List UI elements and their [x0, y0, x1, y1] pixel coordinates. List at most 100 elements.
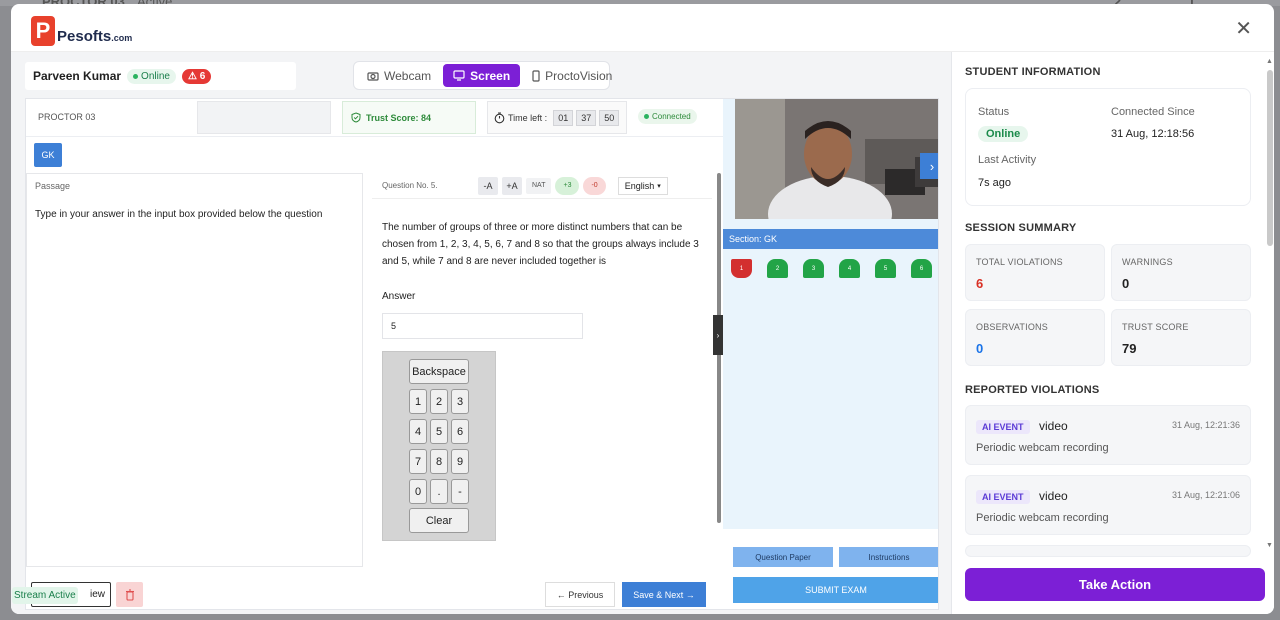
- scroll-down-icon[interactable]: ▼: [1266, 542, 1273, 549]
- observations-card: OBSERVATIONS 0: [965, 309, 1105, 366]
- status-badge: Online: [127, 68, 176, 84]
- next-camera-button[interactable]: ›: [920, 153, 938, 179]
- scrollbar-thumb[interactable]: [1267, 70, 1273, 246]
- violation-time: 31 Aug, 12:21:06: [1171, 490, 1240, 500]
- warnings-card: WARNINGS 0: [1111, 244, 1251, 301]
- connected-since-label: Connected Since: [1111, 106, 1195, 118]
- scroll-up-icon[interactable]: ▲: [1266, 58, 1273, 65]
- question-paper-button[interactable]: Question Paper: [733, 547, 833, 567]
- question-badge-3[interactable]: 3: [803, 259, 824, 278]
- font-decrease-button[interactable]: -A: [478, 176, 498, 195]
- key-5[interactable]: 5: [430, 419, 448, 444]
- violation-description: Periodic webcam recording: [976, 442, 1109, 454]
- passage-text: Type in your answer in the input box pro…: [35, 209, 323, 220]
- time-seconds: 50: [599, 109, 620, 126]
- trust-score-badge: Trust Score: 84: [342, 101, 476, 134]
- violation-item-partial[interactable]: [965, 545, 1251, 557]
- clear-key[interactable]: Clear: [409, 508, 469, 533]
- key-4[interactable]: 4: [409, 419, 427, 444]
- instructions-button[interactable]: Instructions: [839, 547, 938, 567]
- key-dot[interactable]: .: [430, 479, 448, 504]
- key-9[interactable]: 9: [451, 449, 469, 474]
- key-1[interactable]: 1: [409, 389, 427, 414]
- online-dot-icon: [133, 73, 139, 79]
- answer-input[interactable]: [382, 313, 583, 339]
- total-violations-value: 6: [976, 276, 984, 291]
- time-left: Time left : 01 37 50: [487, 101, 627, 134]
- tab-webcam[interactable]: Webcam: [357, 64, 441, 87]
- exam-side-pane: › Section: GK 1 2 3 4 5 6 Question Paper…: [723, 99, 938, 609]
- camera-icon: [367, 71, 379, 81]
- key-6[interactable]: 6: [451, 419, 469, 444]
- answer-label: Answer: [382, 291, 416, 302]
- last-activity-value: 7s ago: [978, 177, 1012, 189]
- positive-marks-badge: +3: [555, 176, 580, 195]
- collapse-panel-handle[interactable]: ›: [713, 315, 723, 355]
- student-monitor-modal: P Pesofts.com ✕ Parveen Kumar Online ⚠ 6…: [11, 4, 1274, 614]
- student-card: Parveen Kumar Online ⚠ 6: [25, 62, 296, 90]
- webcam-image: [735, 99, 938, 219]
- brand-logo: P Pesofts.com: [31, 16, 132, 46]
- question-number: Question No. 5.: [382, 181, 438, 190]
- logo-suffix: .com: [111, 33, 133, 43]
- take-action-button[interactable]: Take Action: [965, 568, 1265, 601]
- question-badge-6[interactable]: 6: [911, 259, 932, 278]
- font-increase-button[interactable]: +A: [502, 176, 522, 195]
- submit-exam-button[interactable]: SUBMIT EXAM: [733, 577, 938, 603]
- chevron-right-icon: ›: [716, 330, 720, 340]
- connected-since-value: 31 Aug, 12:18:56: [1111, 128, 1195, 140]
- panel-scrollbar[interactable]: ▲ ▼: [1266, 58, 1274, 552]
- stream-active-badge: Stream Active: [12, 587, 78, 604]
- connection-badge: Connected: [638, 109, 697, 124]
- session-summary-title: SESSION SUMMARY: [965, 222, 1077, 234]
- trust-score-card: TRUST SCORE 79: [1111, 309, 1251, 366]
- placeholder-box: [197, 101, 331, 134]
- language-select[interactable]: English ▾: [617, 176, 668, 195]
- question-badge-4[interactable]: 4: [839, 259, 860, 278]
- key-0[interactable]: 0: [409, 479, 427, 504]
- total-violations-card: TOTAL VIOLATIONS 6: [965, 244, 1105, 301]
- passage-panel: Passage Type in your answer in the input…: [26, 173, 363, 567]
- save-next-button[interactable]: Save & Next →: [622, 582, 706, 607]
- exam-screen-view: PROCTOR 03 Trust Score: 84 Time left : 0…: [25, 98, 939, 610]
- previous-button[interactable]: ← Previous: [545, 582, 615, 607]
- key-7[interactable]: 7: [409, 449, 427, 474]
- reported-violations-title: REPORTED VIOLATIONS: [965, 384, 1100, 396]
- time-minutes: 37: [576, 109, 597, 126]
- question-scrollbar[interactable]: [716, 139, 722, 579]
- trash-icon[interactable]: [116, 582, 143, 607]
- violation-item[interactable]: AI EVENT video 31 Aug, 12:21:36 Periodic…: [965, 405, 1251, 465]
- status-label: Status: [978, 106, 1010, 118]
- chevron-down-icon: ▾: [657, 182, 661, 190]
- student-info-card: Status Online Connected Since 31 Aug, 12…: [965, 88, 1251, 206]
- violation-type: video: [1039, 489, 1068, 503]
- tab-proctovision[interactable]: ProctoVision: [522, 64, 622, 87]
- violation-tag: AI EVENT: [976, 420, 1030, 434]
- observations-value: 0: [976, 341, 984, 356]
- key-minus[interactable]: -: [451, 479, 469, 504]
- question-badge-2[interactable]: 2: [767, 259, 788, 278]
- close-icon[interactable]: ✕: [1235, 19, 1252, 39]
- monitor-icon: [453, 70, 465, 81]
- stopwatch-icon: [494, 111, 505, 123]
- key-3[interactable]: 3: [451, 389, 469, 414]
- section-gk-button[interactable]: GK: [34, 143, 62, 167]
- student-information-title: STUDENT INFORMATION: [965, 66, 1101, 78]
- question-text: The number of groups of three or more di…: [382, 222, 699, 267]
- violation-tag: AI EVENT: [976, 490, 1030, 504]
- question-badge-5[interactable]: 5: [875, 259, 896, 278]
- tab-screen[interactable]: Screen: [443, 64, 521, 87]
- question-badge-1[interactable]: 1: [731, 259, 752, 278]
- question-panel: Question No. 5. -A +A NAT +3 -0 English ▾…: [372, 173, 712, 573]
- student-info-panel: STUDENT INFORMATION Status Online Connec…: [951, 52, 1274, 614]
- key-2[interactable]: 2: [430, 389, 448, 414]
- phone-icon: [532, 69, 540, 82]
- violation-item[interactable]: AI EVENT video 31 Aug, 12:21:06 Periodic…: [965, 475, 1251, 535]
- connected-dot-icon: [644, 114, 649, 119]
- key-8[interactable]: 8: [430, 449, 448, 474]
- question-type-badge: NAT: [526, 177, 552, 194]
- backspace-key[interactable]: Backspace: [409, 359, 469, 384]
- passage-label: Passage: [35, 181, 71, 191]
- violation-time: 31 Aug, 12:21:36: [1171, 420, 1240, 430]
- status-value: Online: [978, 126, 1029, 142]
